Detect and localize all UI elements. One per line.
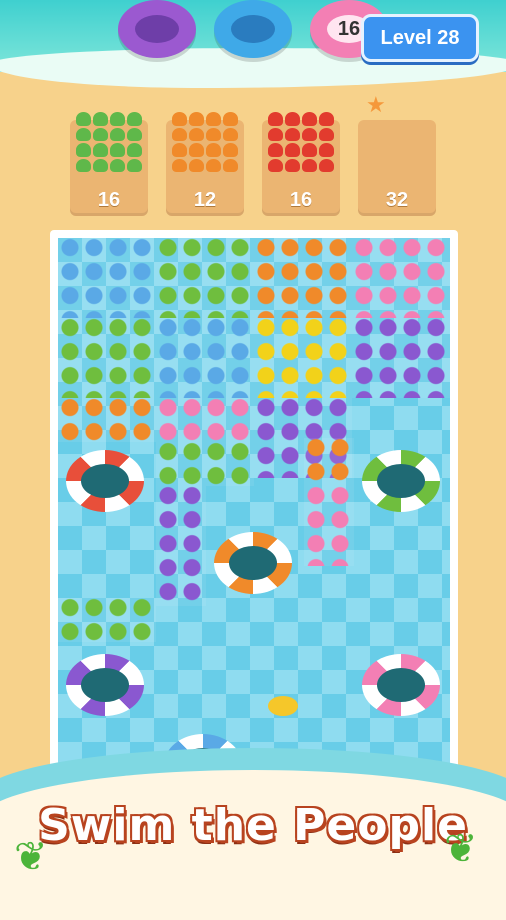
- person-figure: [319, 112, 334, 126]
- slot-count: 32: [385, 189, 409, 211]
- swim-ring[interactable]: [362, 654, 440, 716]
- person-figure: [223, 112, 238, 126]
- crowd-block[interactable]: [58, 238, 156, 318]
- person-figure: [206, 127, 221, 141]
- crowd-green: [76, 112, 142, 172]
- level-badge: Level 28: [361, 14, 479, 62]
- person-figure: [110, 127, 125, 141]
- crowd-orange: [172, 112, 238, 172]
- holding-slot-4[interactable]: 32: [358, 120, 436, 216]
- person-figure: [189, 127, 204, 141]
- person-figure: [206, 143, 221, 157]
- person-figure: [302, 158, 317, 172]
- person-figure: [93, 143, 108, 157]
- crowd-block[interactable]: [254, 238, 352, 318]
- crowd-block[interactable]: [352, 238, 450, 318]
- crowd-block[interactable]: [58, 598, 156, 642]
- person-figure: [76, 112, 91, 126]
- person-figure: [285, 158, 300, 172]
- person-figure: [319, 127, 334, 141]
- swim-ring[interactable]: [362, 450, 440, 512]
- person-figure: [223, 158, 238, 172]
- promo-caption: Swim the People: [38, 800, 468, 851]
- crowd-block[interactable]: [156, 442, 254, 486]
- queue-ring-count: 16: [337, 17, 361, 40]
- crowd-block[interactable]: [254, 318, 352, 398]
- crowd-block[interactable]: [58, 318, 156, 398]
- seaweed-icon: ❦: [444, 827, 478, 871]
- crowd-red: [268, 112, 334, 172]
- person-figure: [302, 127, 317, 141]
- slot-count: 16: [289, 189, 313, 211]
- person-figure: [93, 127, 108, 141]
- person-figure: [93, 112, 108, 126]
- person-figure: [172, 112, 187, 126]
- holding-slot-1[interactable]: 16: [70, 112, 148, 216]
- person-figure: [206, 112, 221, 126]
- person-figure: [127, 143, 142, 157]
- person-figure: [223, 127, 238, 141]
- crowd-block[interactable]: [156, 238, 254, 318]
- person-figure: [172, 158, 187, 172]
- person-figure: [223, 143, 238, 157]
- person-figure: [268, 112, 283, 126]
- person-figure: [110, 158, 125, 172]
- holding-slot-2[interactable]: 12: [166, 112, 244, 216]
- person-figure: [189, 143, 204, 157]
- swim-ring[interactable]: [214, 532, 292, 594]
- person-figure: [302, 112, 317, 126]
- queue-ring-blue[interactable]: [214, 0, 292, 58]
- starfish-icon: ★: [366, 92, 386, 117]
- queue-ring-purple[interactable]: [118, 0, 196, 58]
- person-figure: [110, 143, 125, 157]
- crowd-block[interactable]: [58, 398, 156, 442]
- person-figure: [76, 143, 91, 157]
- person-figure: [206, 158, 221, 172]
- person-figure: [302, 143, 317, 157]
- crowd-block[interactable]: [156, 486, 206, 606]
- person-figure: [268, 127, 283, 141]
- pool-grid: [58, 238, 450, 790]
- crowd-block[interactable]: [304, 438, 354, 486]
- holding-slot-3[interactable]: 16: [262, 112, 340, 216]
- seaweed-icon: ❦: [14, 835, 48, 879]
- person-figure: [172, 127, 187, 141]
- person-figure: [189, 158, 204, 172]
- person-figure: [285, 143, 300, 157]
- swim-ring[interactable]: [66, 654, 144, 716]
- person-figure: [319, 158, 334, 172]
- crowd-block[interactable]: [156, 398, 254, 442]
- person-figure: [285, 112, 300, 126]
- slot-count: 12: [193, 189, 217, 211]
- fish-icon: [268, 696, 298, 716]
- person-figure: [268, 158, 283, 172]
- swim-ring[interactable]: [66, 450, 144, 512]
- crowd-block[interactable]: [352, 318, 450, 398]
- person-figure: [319, 143, 334, 157]
- person-figure: [76, 127, 91, 141]
- person-figure: [127, 127, 142, 141]
- person-figure: [268, 143, 283, 157]
- person-figure: [285, 127, 300, 141]
- person-figure: [93, 158, 108, 172]
- slot-count: 16: [97, 189, 121, 211]
- person-figure: [127, 158, 142, 172]
- person-figure: [172, 143, 187, 157]
- person-figure: [189, 112, 204, 126]
- crowd-block[interactable]: [304, 486, 354, 566]
- person-figure: [76, 158, 91, 172]
- person-figure: [110, 112, 125, 126]
- crowd-block[interactable]: [156, 318, 254, 398]
- person-figure: [127, 112, 142, 126]
